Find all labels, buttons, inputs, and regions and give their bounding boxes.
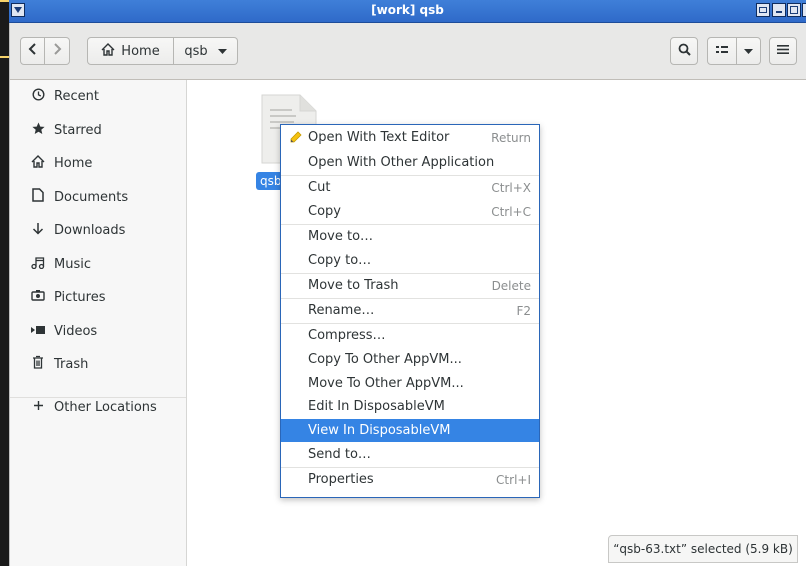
minimize-icon[interactable] [772, 3, 786, 17]
title-bar: [work] qsb [9, 0, 806, 23]
search-icon [678, 43, 691, 60]
menu-item-cut[interactable]: Cut Ctrl+X [281, 176, 539, 199]
document-icon [30, 188, 46, 206]
sidebar-item-label: Recent [54, 88, 99, 104]
forward-button[interactable] [45, 37, 70, 65]
download-arrow-icon [30, 222, 46, 239]
sticky-icon[interactable] [756, 3, 770, 17]
menu-item-label: Edit In DisposableVM [308, 399, 445, 414]
sidebar-item-label: Downloads [54, 222, 126, 238]
home-icon [101, 42, 115, 60]
menu-item-label: Open With Other Application [308, 155, 495, 170]
menu-shortcut: Return [491, 130, 531, 145]
selection-status: “qsb-63.txt” selected (5.9 kB) [608, 535, 798, 563]
star-icon [30, 122, 46, 139]
menu-item-copy-to-other-appvm[interactable]: Copy To Other AppVM... [281, 348, 539, 371]
search-button[interactable] [670, 37, 698, 65]
menu-item-edit-in-disposablevm[interactable]: Edit In DisposableVM [281, 395, 539, 418]
chevron-left-icon [28, 43, 38, 59]
list-view-icon [716, 44, 728, 59]
menu-item-rename[interactable]: Rename… F2 [281, 299, 539, 322]
sidebar-item-pictures[interactable]: Pictures [10, 282, 186, 312]
sidebar-item-label: Home [54, 155, 93, 171]
sidebar-item-label: Videos [54, 323, 98, 339]
window-title: [work] qsb [371, 3, 444, 17]
menu-item-move-to[interactable]: Move to… [281, 225, 539, 248]
trash-icon [30, 355, 46, 373]
music-note-icon [30, 256, 46, 273]
menu-item-open-with-other-application[interactable]: Open With Other Application [281, 151, 539, 174]
context-menu: Open With Text Editor Return Open With O… [280, 124, 540, 498]
path-home-label: Home [121, 43, 160, 59]
hamburger-icon [777, 44, 789, 59]
view-toggle-button[interactable] [707, 37, 737, 65]
clock-icon [30, 87, 46, 105]
menu-item-label: Compress… [308, 328, 386, 343]
sidebar-item-documents[interactable]: Documents [10, 182, 186, 212]
menu-item-open-with-text-editor[interactable]: Open With Text Editor Return [281, 126, 539, 149]
menu-item-label: Rename… [308, 303, 375, 318]
menu-item-move-to-trash[interactable]: Move to Trash Delete [281, 274, 539, 297]
menu-item-label: Cut [308, 180, 331, 195]
camera-icon [30, 289, 46, 305]
menu-item-label: Properties [308, 472, 374, 487]
sidebar-item-trash[interactable]: Trash [10, 349, 186, 379]
menu-item-copy-to[interactable]: Copy to… [281, 249, 539, 272]
sidebar-item-home[interactable]: Home [10, 148, 186, 178]
chevron-down-icon [744, 44, 753, 59]
sidebar-item-label: Music [54, 256, 91, 272]
menu-item-label: Move to Trash [308, 278, 399, 293]
sidebar-item-label: Pictures [54, 289, 106, 305]
menu-item-copy[interactable]: Copy Ctrl+C [281, 200, 539, 223]
menu-shortcut: Ctrl+I [496, 472, 531, 487]
chevron-right-icon [52, 43, 62, 59]
menu-item-label: Copy to… [308, 253, 372, 268]
sidebar-item-recent[interactable]: Recent [10, 81, 186, 111]
menu-shortcut: Ctrl+C [491, 204, 531, 219]
view-options-button[interactable] [737, 37, 761, 65]
sidebar-item-label: Documents [54, 189, 129, 205]
menu-item-move-to-other-appvm[interactable]: Move To Other AppVM... [281, 372, 539, 395]
menu-item-label: Copy To Other AppVM... [308, 352, 462, 367]
close-icon[interactable] [802, 3, 806, 17]
edge-accent [0, 56, 9, 58]
header-bar: Home qsb [10, 23, 806, 80]
back-button[interactable] [20, 37, 45, 65]
chevron-down-icon [217, 44, 227, 59]
menu-item-properties[interactable]: Properties Ctrl+I [281, 468, 539, 491]
path-home-button[interactable]: Home [87, 37, 174, 65]
menu-item-label: Move To Other AppVM... [308, 376, 464, 391]
menu-item-label: Open With Text Editor [308, 130, 450, 145]
sidebar-item-label: Starred [54, 122, 102, 138]
menu-shortcut: F2 [516, 303, 531, 318]
menu-item-view-in-disposablevm[interactable]: View In DisposableVM [281, 419, 539, 442]
menu-item-label: Move to… [308, 229, 374, 244]
path-current-label: qsb [184, 43, 208, 59]
sidebar-item-other-locations[interactable]: Other Locations [10, 392, 186, 422]
maximize-icon[interactable] [787, 3, 801, 17]
home-icon [30, 154, 46, 172]
menu-item-label: View In DisposableVM [308, 423, 451, 438]
menu-item-send-to[interactable]: Send to… [281, 443, 539, 466]
path-current-button[interactable]: qsb [174, 37, 238, 65]
sidebar-item-music[interactable]: Music [10, 249, 186, 279]
edge-accent [0, 0, 9, 2]
sidebar-item-starred[interactable]: Starred [10, 115, 186, 145]
places-sidebar: Recent Starred Home Documents Downloads [10, 80, 187, 566]
sidebar-item-label: Trash [54, 356, 89, 372]
plus-icon [30, 400, 46, 415]
menu-shortcut: Ctrl+X [491, 180, 531, 195]
menu-item-label: Copy [308, 204, 341, 219]
sidebar-item-downloads[interactable]: Downloads [10, 215, 186, 245]
menu-item-label: Send to… [308, 447, 371, 462]
menu-item-compress[interactable]: Compress… [281, 324, 539, 347]
window-edge [0, 0, 9, 566]
menu-shortcut: Delete [491, 278, 531, 293]
video-icon [30, 324, 46, 339]
sidebar-item-videos[interactable]: Videos [10, 316, 186, 346]
main-menu-button[interactable] [769, 37, 797, 65]
text-editor-icon [289, 130, 303, 148]
sidebar-item-label: Other Locations [54, 399, 157, 415]
